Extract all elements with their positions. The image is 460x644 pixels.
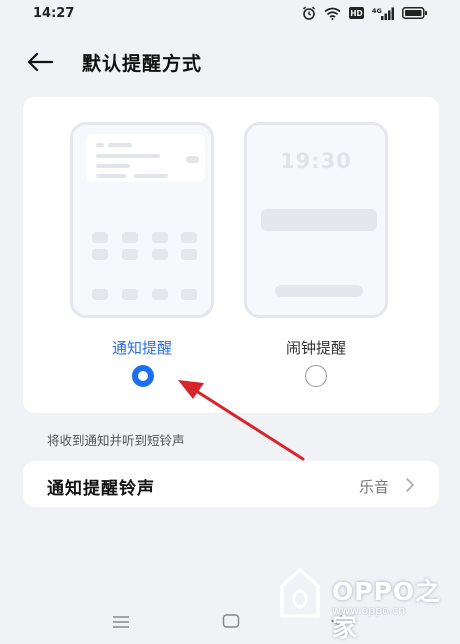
alarm-preview[interactable]: 19:30 (244, 122, 388, 318)
chevron-right-icon (406, 478, 414, 492)
page-title: 默认提醒方式 (82, 53, 203, 75)
alarm-card-illustration (261, 209, 377, 231)
ringtone-value: 乐音 (358, 478, 389, 496)
reminder-style-card: 19:30 通知提醒 闹钟提醒 (23, 97, 439, 413)
alarm-icon (302, 6, 316, 20)
oppo-watermark: OPPO之家 www.oppo.cn (278, 566, 454, 642)
status-icons: HD 4G (302, 6, 428, 20)
hd-icon: HD (349, 7, 364, 19)
lock-screen-time: 19:30 (280, 149, 352, 173)
wifi-icon (324, 7, 341, 20)
status-time: 14:27 (33, 6, 75, 21)
option-label-notification[interactable]: 通知提醒 (70, 337, 214, 358)
radio-notification-selected[interactable] (132, 365, 154, 387)
back-arrow-icon[interactable] (26, 50, 54, 74)
network-label: 4G (372, 7, 382, 15)
notification-ringtone-row[interactable]: 通知提醒铃声 乐音 (23, 461, 439, 507)
ringtone-label: 通知提醒铃声 (47, 479, 155, 499)
option-label-alarm[interactable]: 闹钟提醒 (244, 337, 388, 358)
notification-preview[interactable] (70, 122, 214, 318)
battery-icon (402, 7, 427, 19)
signal-icon: 4G (372, 7, 394, 20)
menu-icon[interactable] (112, 615, 130, 629)
watermark-url: www.oppo.cn (332, 604, 406, 617)
oppo-logo-icon (280, 568, 320, 618)
hd-label: HD (350, 9, 363, 18)
radio-alarm[interactable] (305, 365, 327, 387)
alarm-slider-illustration (275, 285, 363, 297)
page-header: 默认提醒方式 (0, 44, 460, 80)
home-icon[interactable] (222, 613, 240, 629)
notification-banner-illustration (86, 134, 205, 182)
option-description: 将收到通知并听到短铃声 (47, 433, 185, 448)
status-bar: 14:27 HD 4G (0, 0, 460, 28)
